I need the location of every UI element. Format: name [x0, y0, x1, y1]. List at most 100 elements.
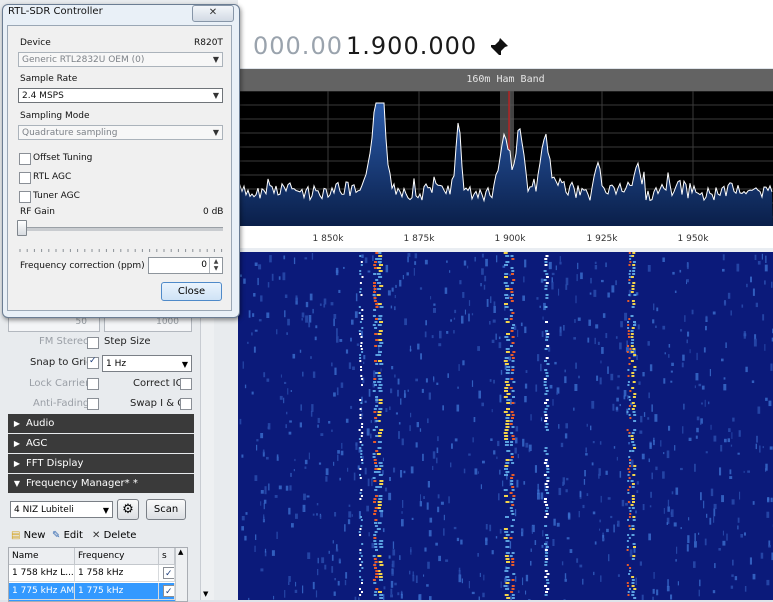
delete-icon: ✕ [92, 530, 100, 541]
dialog-title: RTL-SDR Controller [8, 6, 103, 17]
group-value: 4 NIZ Lubiteli [14, 505, 74, 515]
fm-stereo-checkbox[interactable] [87, 337, 99, 349]
chevron-down-icon: ▼ [182, 356, 188, 373]
cell-frequency: 1 758 kHz [75, 565, 159, 582]
rtl-agc-label: RTL AGC [33, 172, 71, 182]
tick-label: 1 900k [495, 234, 527, 244]
expand-arrow-icon: ▶ [8, 454, 26, 473]
delete-button[interactable]: ✕ Delete [92, 530, 136, 541]
tuner-agc-checkbox[interactable] [19, 191, 31, 203]
waterfall-display[interactable] [238, 252, 773, 600]
row-checkbox[interactable] [163, 567, 175, 579]
freq-correction-value: 0 [201, 260, 207, 270]
col-header-frequency[interactable]: Frequency [75, 548, 159, 565]
snap-to-grid-checkbox[interactable] [87, 357, 99, 369]
offset-tuning-checkbox[interactable] [19, 153, 31, 165]
lock-carrier-label: Lock Carrier [29, 378, 89, 389]
freq-correction-label: Frequency correction (ppm) [20, 261, 145, 271]
chevron-down-icon: ▼ [213, 89, 219, 103]
lock-carrier-checkbox[interactable] [87, 378, 99, 390]
hidden-value-2: 1000 [156, 317, 179, 327]
pin-icon[interactable] [488, 36, 510, 58]
fm-stereo-label: FM Stereo [39, 336, 89, 347]
tick-label: 1 925k [587, 234, 619, 244]
device-tuner: R820T [194, 38, 223, 48]
section-frequency-manager[interactable]: ▼Frequency Manager* * [8, 474, 194, 493]
rtl-agc-checkbox[interactable] [19, 172, 31, 184]
frequency-leading-digits[interactable]: 000.00 [253, 32, 343, 60]
left-panel-scrollbar[interactable]: ▼ [200, 300, 214, 600]
tick-label: 1 850k [313, 234, 345, 244]
frequency-table: Name Frequency s 1 758 kHz L... 1 758 kH… [8, 547, 188, 602]
tuner-agc-label: Tuner AGC [33, 191, 80, 201]
section-audio[interactable]: ▶Audio [8, 414, 194, 433]
cell-frequency: 1 775 kHz [75, 583, 159, 600]
sampling-mode-value: Quadrature sampling [22, 128, 117, 138]
section-agc[interactable]: ▶AGC [8, 434, 194, 453]
sampling-mode-select[interactable]: Quadrature sampling ▼ [18, 125, 223, 140]
expand-arrow-icon: ▶ [8, 434, 26, 453]
frequency-display[interactable]: 1.900.000 [346, 32, 477, 60]
edit-icon: ✎ [52, 530, 60, 541]
edit-button[interactable]: ✎ Edit [52, 530, 83, 541]
chevron-down-icon: ▼ [213, 53, 219, 67]
cell-s [159, 565, 175, 582]
step-size-label: Step Size [104, 336, 150, 347]
scroll-down-icon: ▼ [203, 590, 208, 598]
settings-button[interactable]: ⚙ [117, 499, 139, 520]
step-size-value: 1 Hz [106, 359, 126, 369]
freq-correction-input[interactable]: 0 ▲▼ [148, 257, 223, 274]
section-audio-label: Audio [26, 418, 54, 429]
scan-button[interactable]: Scan [146, 499, 186, 520]
delete-label: Delete [104, 530, 137, 541]
correct-iq-label: Correct IQ [133, 378, 184, 389]
sampling-mode-label: Sampling Mode [20, 111, 90, 121]
spinner-arrows-icon[interactable]: ▲▼ [209, 258, 222, 273]
swap-iq-label: Swap I & Q [130, 398, 185, 409]
chevron-down-icon: ▼ [103, 502, 109, 519]
cell-name: 1 775 kHz AM [9, 583, 75, 600]
new-button[interactable]: ▤ New [11, 530, 45, 541]
band-name: 160m Ham Band [466, 74, 544, 85]
sample-rate-label: Sample Rate [20, 74, 77, 84]
group-select[interactable]: 4 NIZ Lubiteli ▼ [10, 501, 113, 518]
col-header-s[interactable]: s [159, 548, 175, 565]
table-row[interactable]: 1 775 kHz AM 1 775 kHz [9, 583, 175, 601]
hidden-spinner-2[interactable]: 1000 [104, 316, 192, 332]
new-label: New [24, 530, 46, 541]
rf-gain-slider-thumb[interactable] [17, 220, 27, 236]
snap-to-grid-label: Snap to Grid [30, 357, 93, 368]
close-button[interactable]: Close [161, 282, 222, 301]
col-header-name[interactable]: Name [9, 548, 75, 565]
device-label: Device [20, 38, 51, 48]
expand-arrow-icon: ▶ [8, 414, 26, 433]
cell-s [159, 583, 175, 600]
scroll-up-icon: ▲ [178, 548, 183, 556]
row-checkbox[interactable] [163, 585, 175, 597]
rf-gain-value: 0 dB [203, 207, 223, 217]
section-fft-label: FFT Display [26, 458, 83, 469]
collapse-arrow-icon: ▼ [8, 474, 26, 493]
hidden-spinner-1[interactable]: 50 [8, 316, 100, 332]
sample-rate-select[interactable]: 2.4 MSPS ▼ [18, 88, 223, 103]
rf-gain-label: RF Gain [20, 207, 55, 217]
section-fft-display[interactable]: ▶FFT Display [8, 454, 194, 473]
correct-iq-checkbox[interactable] [180, 378, 192, 390]
device-select[interactable]: Generic RTL2832U OEM (0) ▼ [18, 52, 223, 67]
dialog-close-button[interactable]: ✕ [192, 5, 234, 22]
spectrum-analyzer[interactable]: 1 850k 1 875k 1 900k 1 925k 1 950k [238, 91, 773, 248]
table-row[interactable]: 1 758 kHz L... 1 758 kHz [9, 565, 175, 583]
table-scrollbar[interactable]: ▲ [175, 548, 187, 601]
band-plan-strip: 160m Ham Band [238, 69, 773, 91]
anti-fading-checkbox[interactable] [87, 398, 99, 410]
edit-label: Edit [64, 530, 83, 541]
step-size-select[interactable]: 1 Hz ▼ [102, 355, 192, 372]
device-value: Generic RTL2832U OEM (0) [22, 55, 144, 65]
new-icon: ▤ [11, 530, 20, 541]
rf-gain-ticks [18, 238, 223, 242]
swap-iq-checkbox[interactable] [180, 398, 192, 410]
offset-tuning-label: Offset Tuning [33, 153, 92, 163]
sample-rate-value: 2.4 MSPS [22, 91, 64, 101]
rf-gain-track[interactable] [18, 227, 223, 231]
cell-name: 1 758 kHz L... [9, 565, 75, 582]
